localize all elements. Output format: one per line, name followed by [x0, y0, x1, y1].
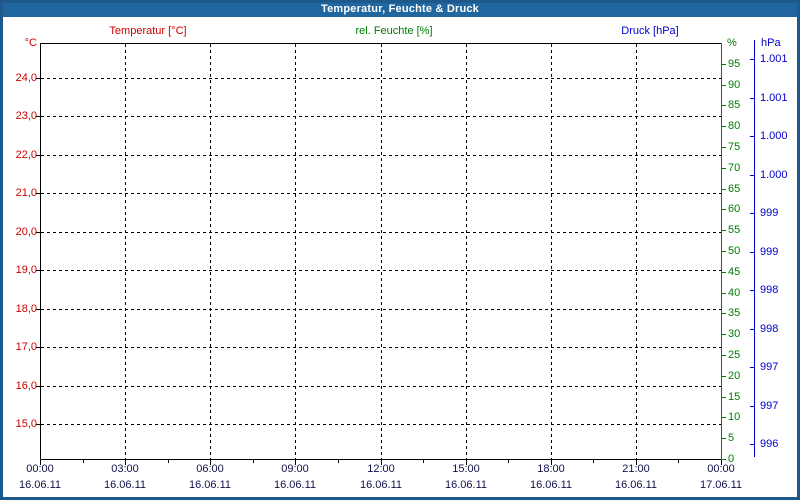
chart-window: Temperatur, Feuchte & Druck Temperatur [… [0, 0, 800, 500]
chart-plot-grid [0, 0, 800, 500]
